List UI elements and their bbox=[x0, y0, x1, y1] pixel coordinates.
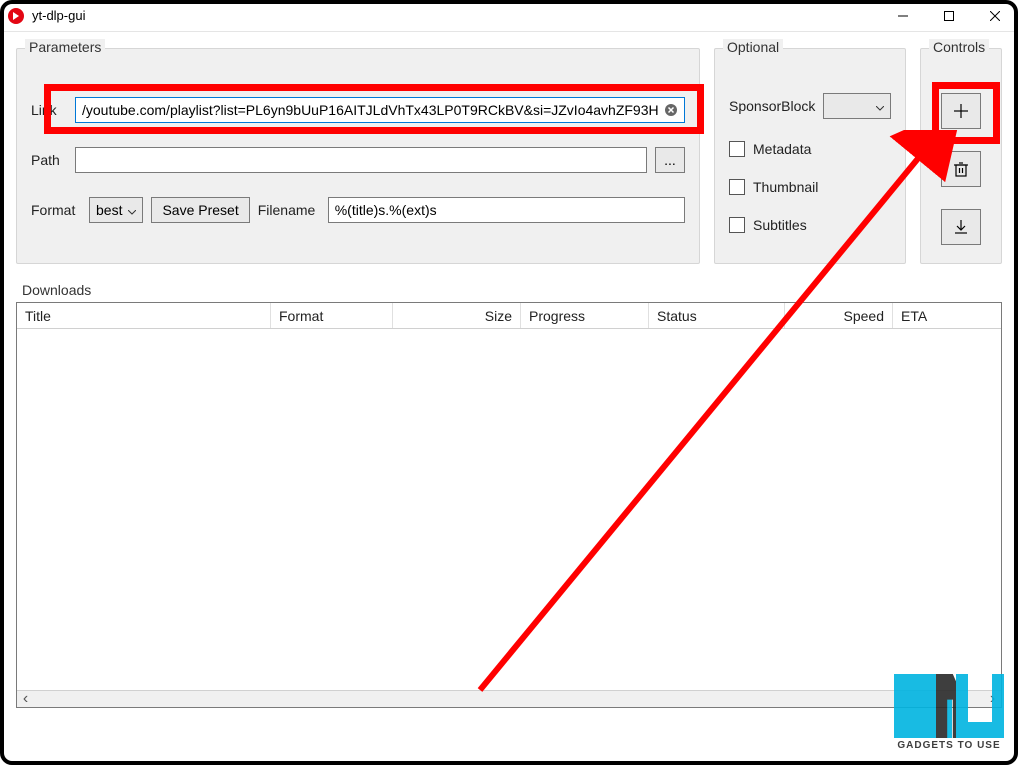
optional-label: Optional bbox=[723, 39, 783, 55]
subtitles-label: Subtitles bbox=[753, 217, 807, 233]
watermark: GADGETS TO USE bbox=[894, 674, 1004, 751]
col-size[interactable]: Size bbox=[393, 303, 521, 328]
add-button[interactable] bbox=[941, 93, 981, 129]
download-icon bbox=[953, 219, 969, 235]
link-label: Link bbox=[31, 102, 67, 118]
window-title: yt-dlp-gui bbox=[32, 8, 85, 23]
format-dropdown[interactable]: best bbox=[89, 197, 143, 223]
watermark-text: GADGETS TO USE bbox=[897, 740, 1000, 751]
format-row: Format best Save Preset Filename bbox=[31, 197, 685, 223]
scroll-left-icon[interactable]: ‹ bbox=[17, 691, 34, 707]
optional-panel: Optional SponsorBlock Metadata Thumbnail… bbox=[714, 48, 906, 264]
metadata-row: Metadata bbox=[729, 141, 891, 157]
path-row: Path ... bbox=[31, 147, 685, 173]
parameters-panel: Parameters Link Path ... Format best bbox=[16, 48, 700, 264]
thumbnail-row: Thumbnail bbox=[729, 179, 891, 195]
path-input[interactable] bbox=[75, 147, 647, 173]
scroll-track[interactable] bbox=[34, 691, 984, 707]
download-button[interactable] bbox=[941, 209, 981, 245]
col-format[interactable]: Format bbox=[271, 303, 393, 328]
save-preset-button[interactable]: Save Preset bbox=[151, 197, 249, 223]
clear-link-icon[interactable] bbox=[663, 102, 679, 118]
metadata-checkbox[interactable] bbox=[729, 141, 745, 157]
minimize-button[interactable] bbox=[880, 0, 926, 32]
thumbnail-label: Thumbnail bbox=[753, 179, 818, 195]
link-input[interactable] bbox=[75, 97, 685, 123]
app-icon bbox=[8, 8, 24, 24]
titlebar: yt-dlp-gui bbox=[0, 0, 1018, 32]
link-row: Link bbox=[31, 97, 685, 123]
format-value: best bbox=[96, 202, 122, 218]
filename-label: Filename bbox=[258, 202, 320, 218]
plus-icon bbox=[953, 103, 969, 119]
controls-panel: Controls bbox=[920, 48, 1002, 264]
table-header: Title Format Size Progress Status Speed … bbox=[17, 303, 1001, 329]
metadata-label: Metadata bbox=[753, 141, 811, 157]
parameters-label: Parameters bbox=[25, 39, 105, 55]
sponsorblock-dropdown[interactable] bbox=[823, 93, 891, 119]
col-status[interactable]: Status bbox=[649, 303, 785, 328]
chevron-down-icon bbox=[128, 202, 136, 218]
downloads-section: Downloads Title Format Size Progress Sta… bbox=[16, 282, 1002, 708]
format-label: Format bbox=[31, 202, 81, 218]
downloads-table[interactable]: Title Format Size Progress Status Speed … bbox=[16, 302, 1002, 708]
subtitles-row: Subtitles bbox=[729, 217, 891, 233]
link-input-wrap bbox=[75, 97, 685, 123]
subtitles-checkbox[interactable] bbox=[729, 217, 745, 233]
col-speed[interactable]: Speed bbox=[785, 303, 893, 328]
sponsorblock-row: SponsorBlock bbox=[729, 93, 891, 119]
sponsorblock-label: SponsorBlock bbox=[729, 98, 815, 114]
delete-button[interactable] bbox=[941, 151, 981, 187]
path-label: Path bbox=[31, 152, 67, 168]
trash-icon bbox=[953, 161, 969, 177]
controls-label: Controls bbox=[929, 39, 989, 55]
col-eta[interactable]: ETA bbox=[893, 303, 1001, 328]
horizontal-scrollbar[interactable]: ‹ › bbox=[17, 690, 1001, 707]
chevron-down-icon bbox=[876, 98, 884, 114]
thumbnail-checkbox[interactable] bbox=[729, 179, 745, 195]
close-button[interactable] bbox=[972, 0, 1018, 32]
maximize-button[interactable] bbox=[926, 0, 972, 32]
browse-path-button[interactable]: ... bbox=[655, 147, 685, 173]
col-title[interactable]: Title bbox=[17, 303, 271, 328]
downloads-label: Downloads bbox=[16, 282, 1002, 298]
filename-input[interactable] bbox=[328, 197, 685, 223]
col-progress[interactable]: Progress bbox=[521, 303, 649, 328]
window-controls bbox=[880, 0, 1018, 32]
